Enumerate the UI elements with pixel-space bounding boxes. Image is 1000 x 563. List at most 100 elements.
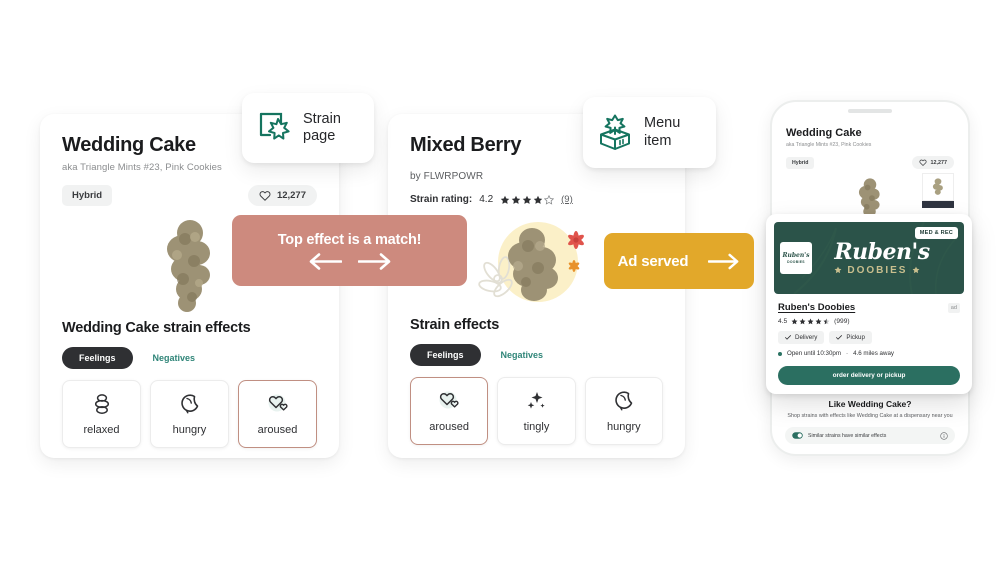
ad-service-chips: Delivery Pickup (778, 331, 960, 344)
effect-label: aroused (429, 421, 470, 433)
arrow-right-icon (357, 252, 390, 270)
mid-effects-heading: Strain effects (410, 317, 500, 333)
crescent-moon-icon (180, 394, 198, 414)
effect-card-hungry[interactable]: hungry (150, 380, 229, 448)
crescent-moon-icon (615, 391, 633, 411)
menu-item-chip: Menu item (583, 97, 716, 168)
check-icon (785, 335, 791, 340)
product-illustration (477, 221, 584, 302)
ad-med-rec-badge: MED & REC (914, 227, 958, 239)
menu-item-box-icon (600, 114, 630, 150)
effect-card-hungry[interactable]: hungry (584, 377, 663, 445)
tab-negatives[interactable]: Negatives (147, 347, 202, 369)
ad-brand-sub: DOOBIES (847, 264, 908, 276)
phone-strain-aka: aka Triangle Mints #23, Pink Cookies (786, 142, 872, 148)
ad-chip-label: Delivery (795, 334, 818, 341)
strain-page-card: Wedding Cake aka Triangle Mints #23, Pin… (40, 114, 339, 458)
ad-dispensary-name[interactable]: Ruben's Doobies (778, 302, 855, 313)
star-left-icon (834, 266, 842, 274)
ad-rating-row: 4.5 (999) (778, 318, 960, 325)
left-effects-tabs: Feelings Negatives (62, 347, 317, 369)
tab-feelings[interactable]: Feelings (410, 344, 481, 366)
phone-type-badge: Hybrid (786, 156, 815, 169)
phone-thumbnail-label (922, 201, 954, 208)
phone-similar-note: Similar strains have similar effects (785, 427, 955, 444)
left-like-button[interactable]: 12,277 (247, 185, 317, 206)
ad-logo-box-sub: DOOBIES (787, 260, 805, 264)
left-strain-aka: aka Triangle Mints #23, Pink Cookies (62, 162, 222, 173)
match-banner-arrows (308, 252, 392, 270)
phone-bottom-section: Like Wedding Cake? Shop strains with eff… (772, 399, 968, 444)
check-icon (836, 335, 843, 340)
mid-effects-tabs: Feelings Negatives (410, 344, 663, 366)
effect-label: tingly (523, 421, 550, 433)
phone-strain-title: Wedding Cake (786, 127, 862, 139)
ad-rating-count: (999) (834, 318, 850, 325)
ad-chip-label: Pickup (846, 334, 865, 341)
effect-card-aroused[interactable]: aroused (410, 377, 489, 445)
ad-label-badge: ad (947, 302, 960, 313)
tab-feelings[interactable]: Feelings (62, 347, 133, 369)
ad-status-row: Open until 10:30pm · 4.6 miles away (778, 350, 960, 357)
ad-cta-button[interactable]: order delivery or pickup (778, 366, 960, 385)
rating-stars (500, 194, 555, 205)
screenshot-root: Wedding Cake aka Triangle Mints #23, Pin… (0, 0, 1000, 563)
effect-label: hungry (607, 421, 641, 433)
stacked-stones-icon (94, 394, 109, 414)
heart-icon (918, 159, 927, 166)
strain-page-chip-label: Strain page (303, 110, 341, 144)
match-banner-text: Top effect is a match! (277, 231, 422, 248)
ad-rating-stars (791, 318, 830, 325)
ad-chip-delivery: Delivery (778, 331, 825, 344)
phone-like-button[interactable]: 12,277 (911, 156, 954, 169)
mid-effects-row: aroused tingly hungry (410, 377, 663, 445)
strain-page-chip: Strain page (242, 93, 374, 163)
left-effects-row: relaxed hungry aroused (62, 380, 317, 448)
phone-thumbnail[interactable] (922, 173, 954, 208)
tab-negatives[interactable]: Negatives (495, 344, 550, 366)
two-hearts-icon (268, 394, 288, 412)
info-circle-icon[interactable] (940, 431, 948, 440)
effect-card-tingly[interactable]: tingly (497, 377, 576, 445)
toggle-on-icon[interactable] (792, 432, 803, 439)
arrow-left-icon (309, 252, 342, 270)
heart-icon (259, 191, 271, 201)
two-hearts-icon (439, 391, 459, 409)
cannabis-bud-thumbnail-icon (932, 178, 943, 195)
ad-brand-script: Ruben's (834, 238, 930, 265)
ad-logo-box-script: Ruben's (782, 252, 810, 259)
ad-distance-text: 4.6 miles away (853, 350, 895, 357)
left-strain-type-badge: Hybrid (62, 185, 113, 206)
effect-label: hungry (172, 424, 207, 436)
phone-note-text: Similar strains have similar effects (808, 432, 887, 439)
phone-bottom-heading: Like Wedding Cake? (828, 398, 912, 409)
phone-like-count: 12,277 (930, 159, 948, 166)
cannabis-bud-image (166, 220, 210, 312)
left-like-count: 12,277 (276, 190, 306, 201)
effect-card-aroused[interactable]: aroused (238, 380, 317, 448)
ad-served-text: Ad served (617, 252, 689, 270)
effect-card-relaxed[interactable]: relaxed (62, 380, 141, 448)
open-status-dot (778, 351, 782, 356)
mid-rating-row: Strain rating: 4.2 (9) (410, 194, 663, 205)
ad-brand-sub-wrap: DOOBIES (834, 265, 929, 276)
rating-value: 4.2 (479, 194, 494, 205)
phone-screen: Wedding Cake aka Triangle Mints #23, Pin… (772, 113, 968, 225)
effect-label: relaxed (83, 424, 120, 436)
dispensary-ad-card[interactable]: MED & REC Ruben's DOOBIES Ruben's DOOBIE… (766, 214, 972, 394)
strain-page-icon (259, 112, 290, 140)
star-right-icon (913, 266, 920, 274)
effect-label: aroused (257, 424, 298, 436)
ad-open-text: Open until 10:30pm (787, 350, 842, 357)
half-star-icon (823, 318, 830, 325)
ad-hero-banner: MED & REC Ruben's DOOBIES Ruben's DOOBIE… (774, 222, 964, 294)
top-effect-match-banner: Top effect is a match! (232, 215, 467, 286)
ad-separator: · (846, 350, 849, 357)
arrow-right-icon (708, 253, 739, 269)
left-effects-heading: Wedding Cake strain effects (62, 320, 251, 336)
ad-chip-pickup: Pickup (829, 331, 872, 344)
ad-logo-mark: Ruben's DOOBIES (780, 242, 812, 274)
ad-rating-value: 4.5 (778, 318, 788, 325)
rating-count[interactable]: (9) (561, 194, 573, 205)
ad-served-banner: Ad served (604, 233, 754, 289)
